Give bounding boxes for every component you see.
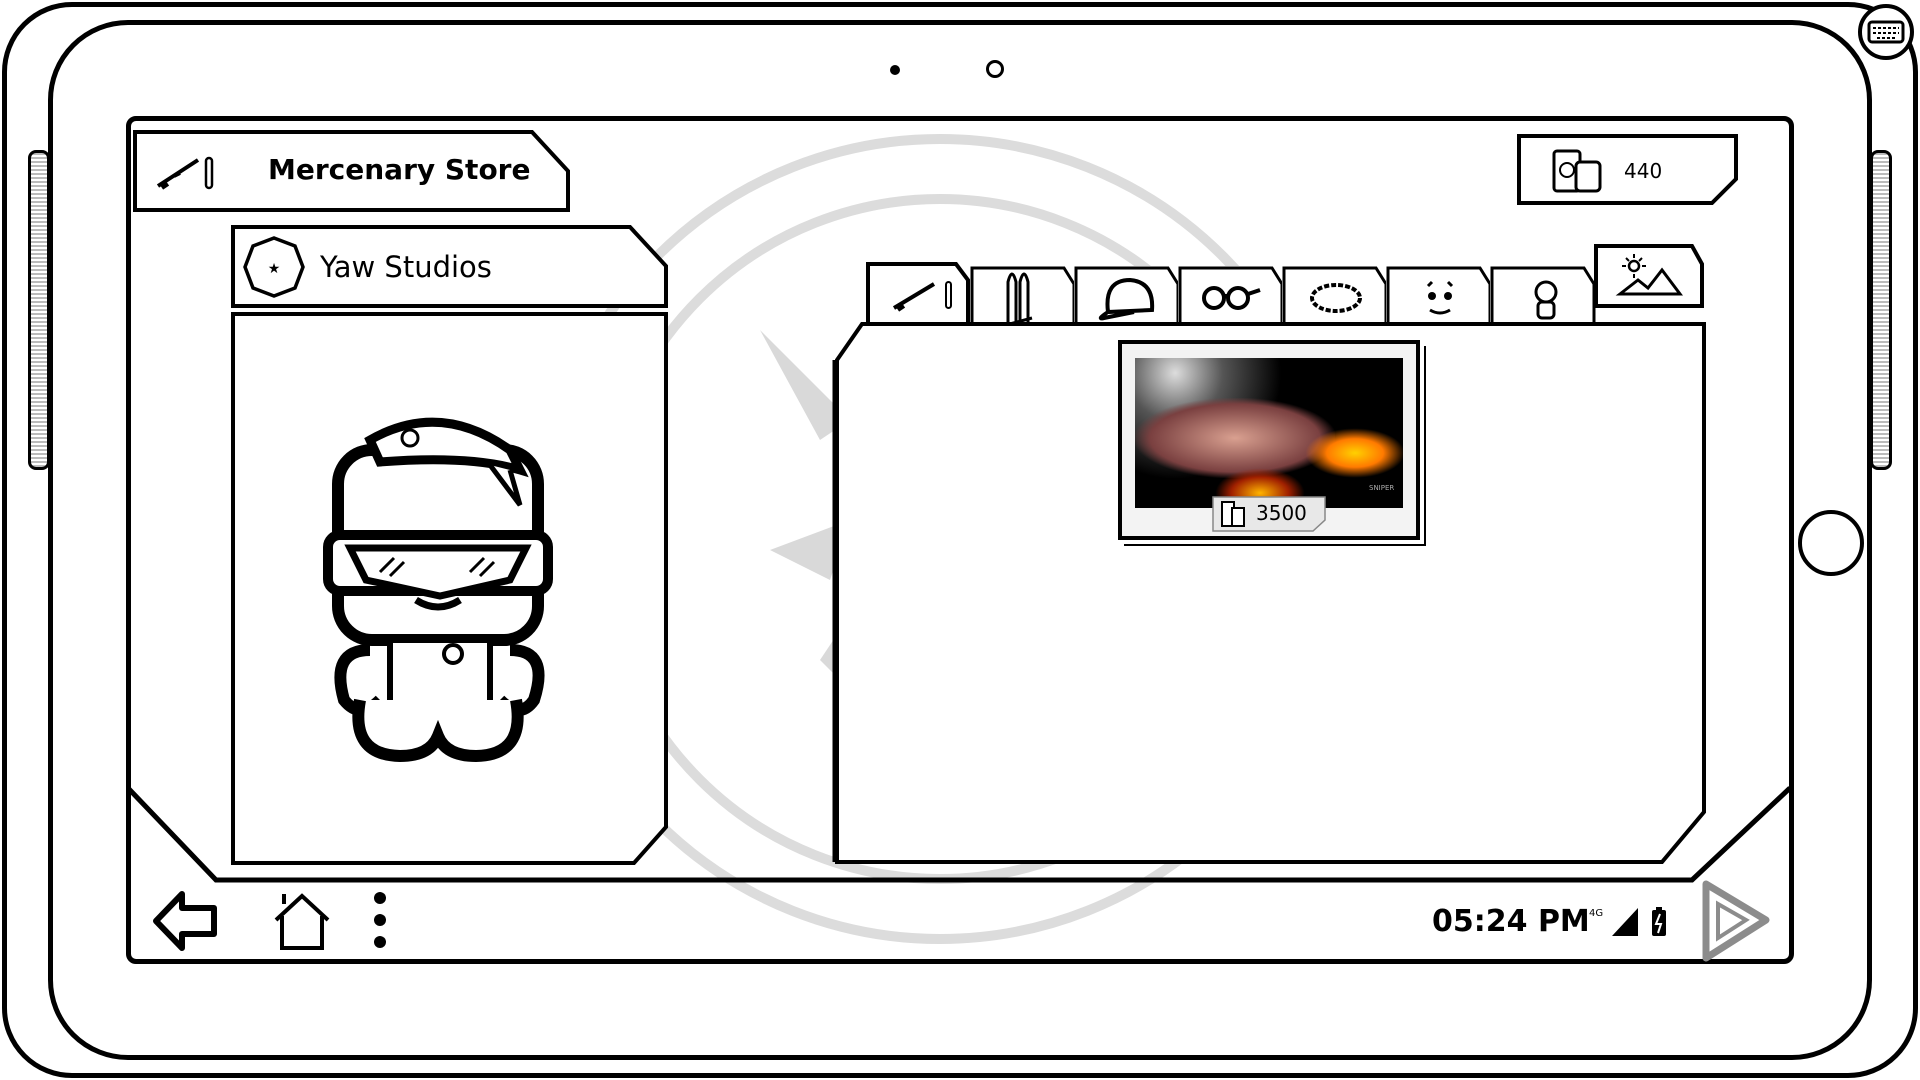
back-button[interactable] (150, 886, 220, 956)
tab-characters[interactable] (1490, 266, 1596, 328)
tab-faces[interactable] (1386, 266, 1492, 328)
clock: 05:24 PM (1432, 904, 1590, 939)
item-thumbnail: SNIPER (1135, 358, 1403, 508)
tab-ammo[interactable] (970, 266, 1076, 328)
rifle-bullet-icon (156, 156, 214, 190)
home-button[interactable] (272, 890, 332, 952)
item-price: 3500 (1256, 501, 1307, 525)
svg-text:★: ★ (268, 261, 281, 277)
studio-name: Yaw Studios (320, 250, 492, 284)
tab-weapons[interactable] (866, 262, 970, 324)
play-button[interactable] (1702, 880, 1770, 962)
signal-icon (1612, 908, 1638, 936)
page-title: Mercenary Store (268, 153, 531, 186)
network-type: 4G (1589, 908, 1604, 919)
more-options-button[interactable] (368, 890, 392, 950)
tab-backgrounds[interactable] (1594, 244, 1706, 310)
item-card[interactable]: SNIPER 3500 (1118, 340, 1420, 540)
item-label: SNIPER (1369, 484, 1395, 492)
currency-amount: 440 (1624, 159, 1663, 183)
battery-charging-icon (1652, 907, 1666, 936)
character-avatar (323, 417, 553, 763)
tab-glasses[interactable] (1178, 266, 1284, 328)
tab-necklaces[interactable] (1282, 266, 1388, 328)
octagon-star-icon: ★ (243, 236, 305, 298)
cans-currency-icon (1552, 149, 1602, 193)
tab-hats[interactable] (1074, 266, 1180, 328)
